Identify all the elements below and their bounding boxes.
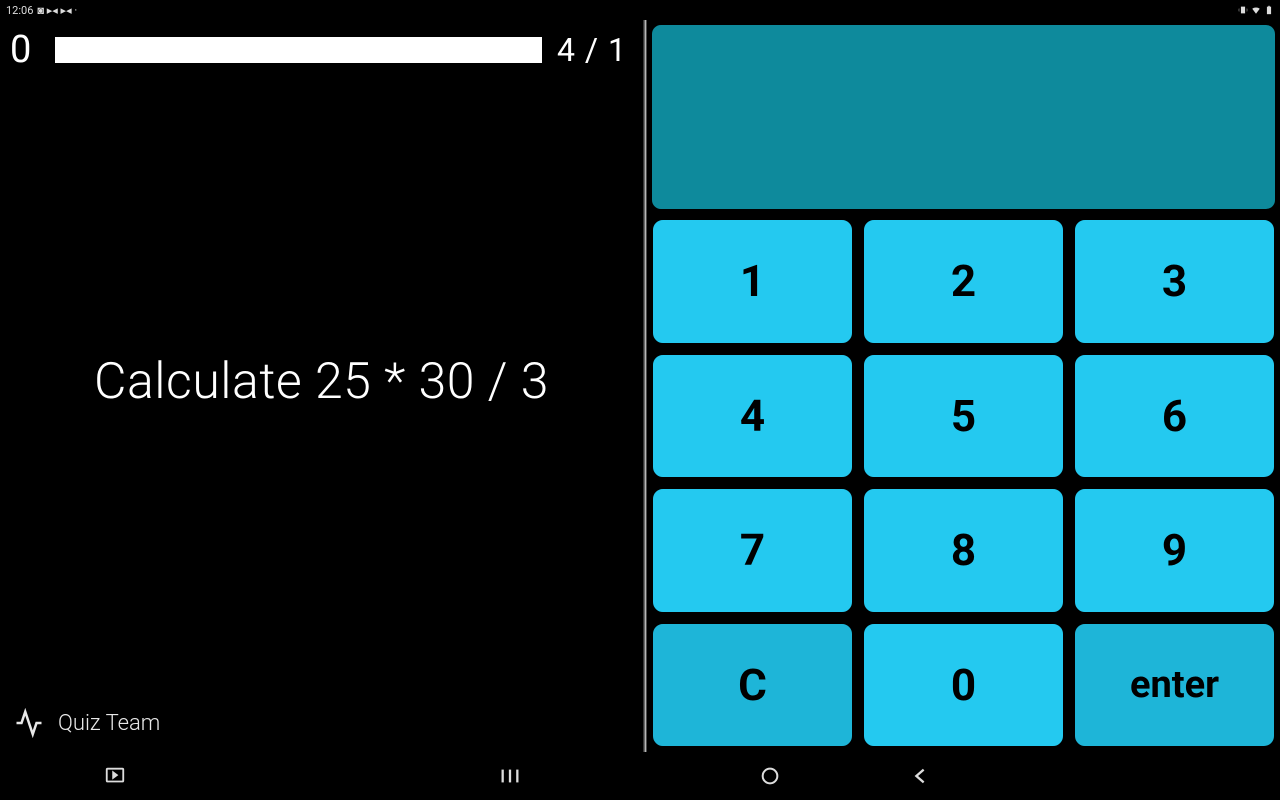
key-clear[interactable]: C bbox=[651, 622, 854, 749]
keypad-display bbox=[651, 24, 1276, 210]
key-7[interactable]: 7 bbox=[651, 487, 854, 614]
key-3[interactable]: 3 bbox=[1073, 218, 1276, 345]
key-2[interactable]: 2 bbox=[862, 218, 1065, 345]
keypad-panel: 1 2 3 4 5 6 7 8 9 C 0 enter bbox=[647, 20, 1280, 752]
question-text: Calculate 25 * 30 / 3 bbox=[94, 353, 549, 411]
key-8[interactable]: 8 bbox=[862, 487, 1065, 614]
question-panel: 0 4 / 1 Calculate 25 * 30 / 3 Quiz Team bbox=[0, 20, 643, 752]
key-9[interactable]: 9 bbox=[1073, 487, 1276, 614]
team-footer: Quiz Team bbox=[14, 708, 160, 738]
vibrate-icon bbox=[1238, 5, 1248, 15]
team-label: Quiz Team bbox=[58, 711, 160, 736]
key-enter[interactable]: enter bbox=[1073, 622, 1276, 749]
nav-recents-button[interactable] bbox=[490, 756, 530, 796]
activity-icon bbox=[14, 708, 44, 738]
android-nav-bar bbox=[0, 752, 1280, 800]
nav-back-button[interactable] bbox=[900, 756, 940, 796]
battery-icon bbox=[1264, 5, 1274, 15]
key-1[interactable]: 1 bbox=[651, 218, 854, 345]
key-4[interactable]: 4 bbox=[651, 353, 854, 480]
key-6[interactable]: 6 bbox=[1073, 353, 1276, 480]
key-0[interactable]: 0 bbox=[862, 622, 1065, 749]
keypad: 1 2 3 4 5 6 7 8 9 C 0 enter bbox=[651, 218, 1276, 748]
nav-home-button[interactable] bbox=[750, 756, 790, 796]
nav-screenshot-button[interactable] bbox=[95, 756, 135, 796]
key-5[interactable]: 5 bbox=[862, 353, 1065, 480]
wifi-icon bbox=[1251, 5, 1261, 15]
status-system-icons bbox=[1238, 5, 1274, 15]
